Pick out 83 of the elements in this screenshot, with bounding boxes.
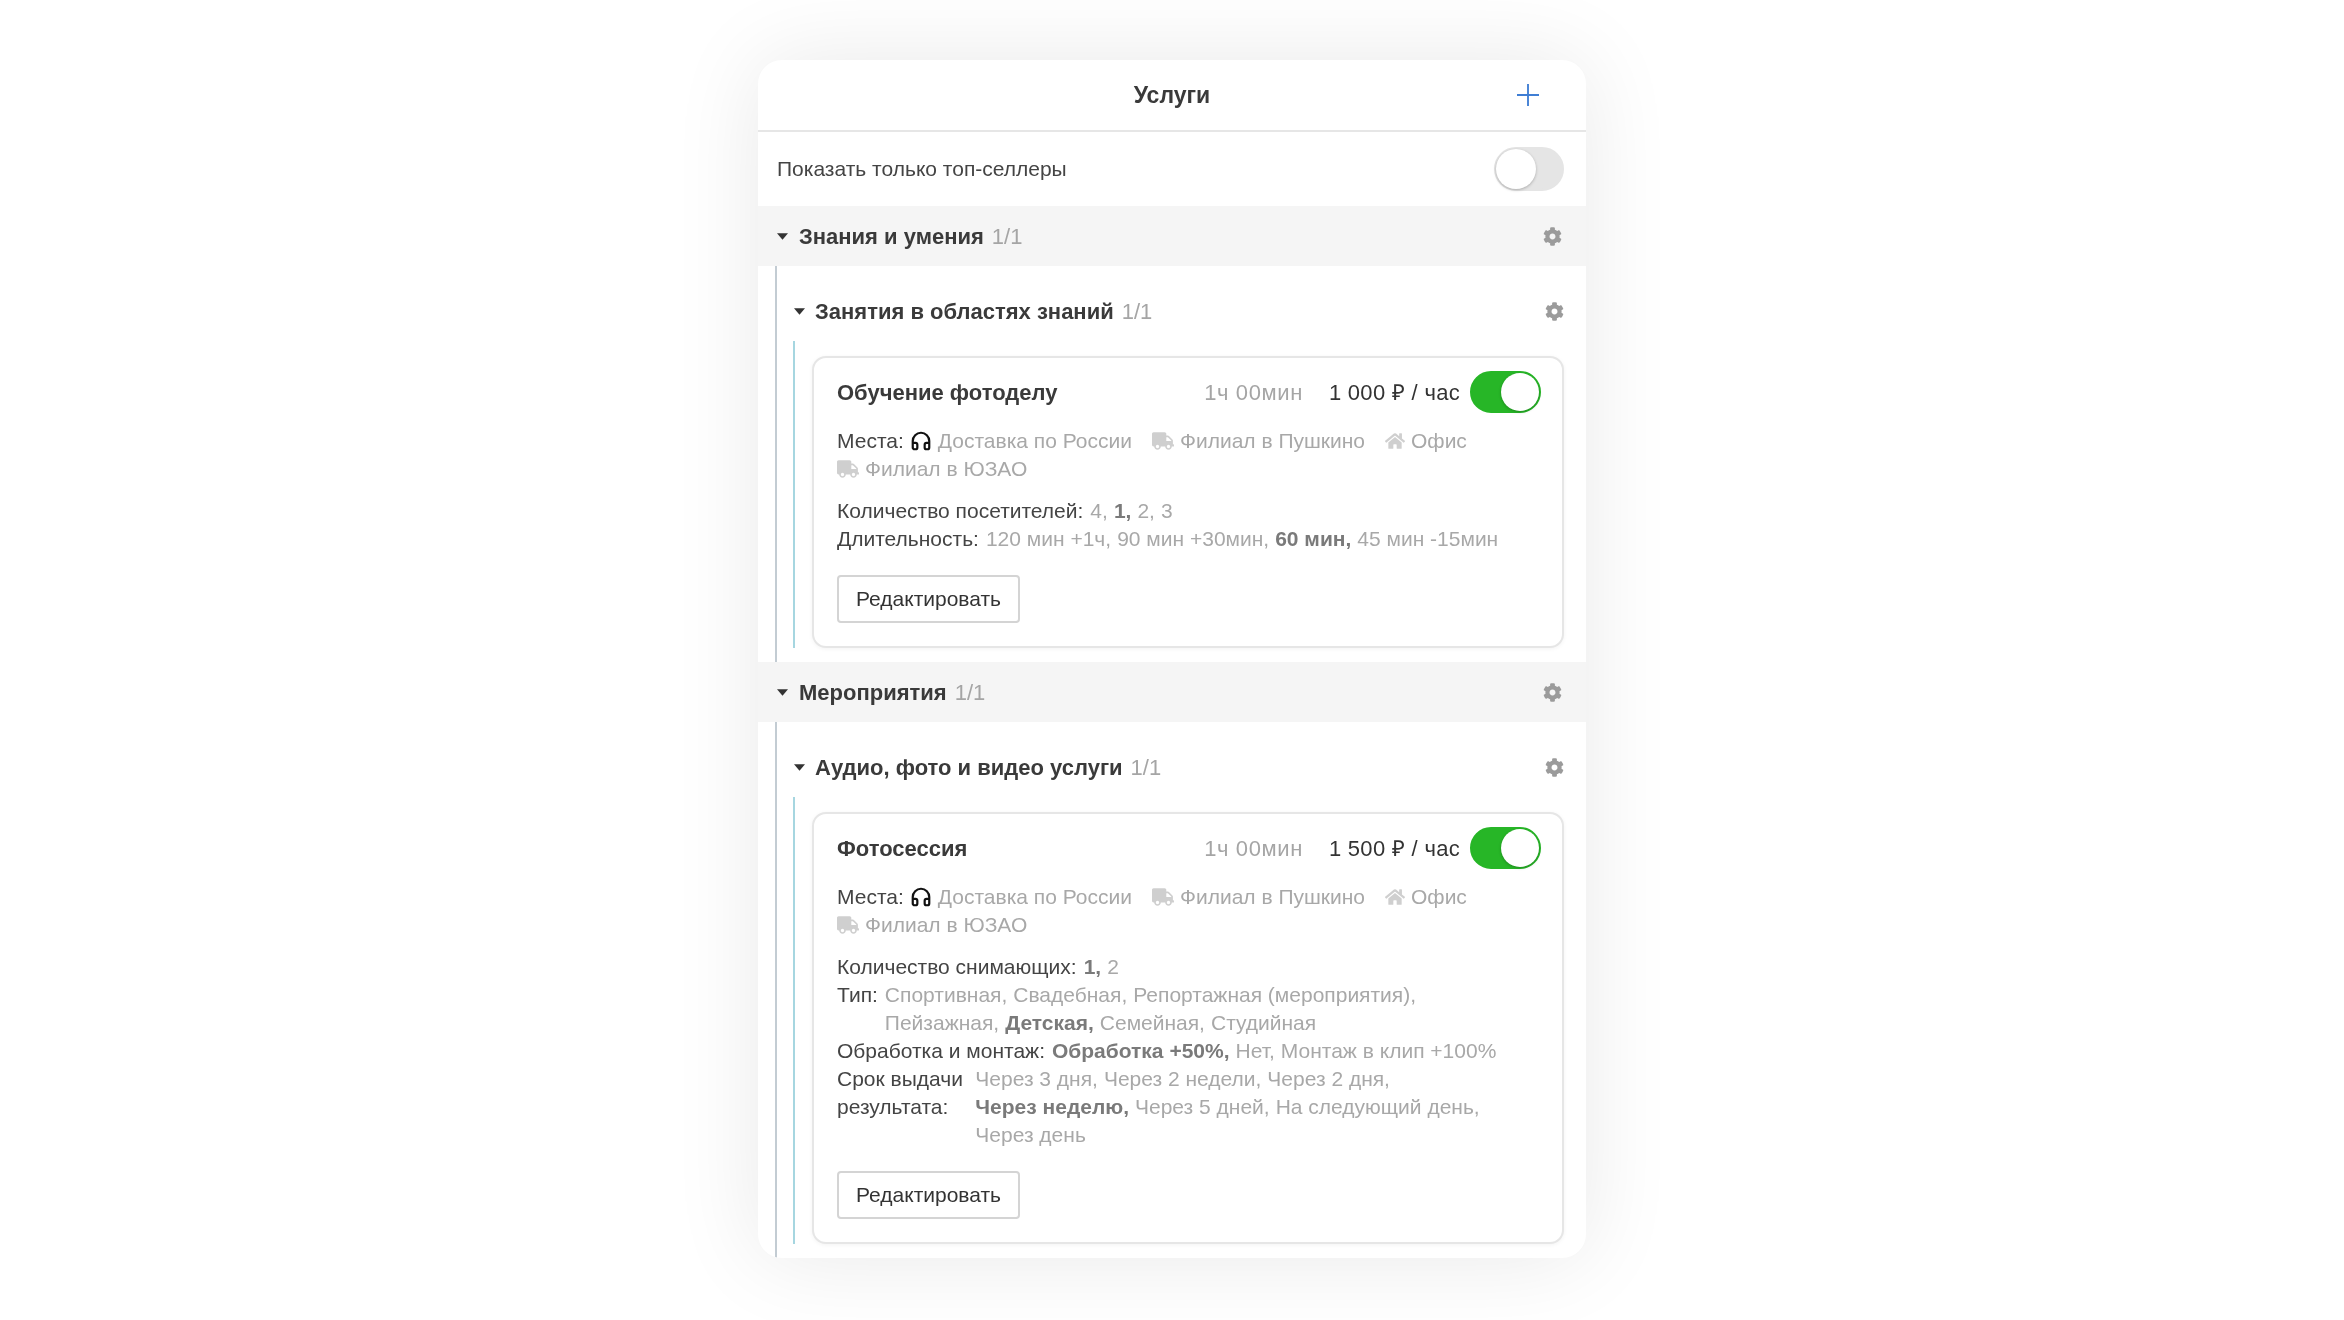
truck-icon xyxy=(1151,888,1174,906)
truck-icon xyxy=(837,916,859,934)
filter-label: Показать только топ-селлеры xyxy=(777,156,1067,183)
subgroup-count: 1/1 xyxy=(1130,753,1163,782)
attribute-value: Репортажная (мероприятия), xyxy=(1133,982,1417,1008)
house-icon xyxy=(1385,888,1406,906)
attribute-value: Студийная xyxy=(1210,1010,1317,1036)
place-name: Филиал в ЮЗАО xyxy=(865,456,1028,482)
attribute-value: Через 2 дня, xyxy=(1267,1066,1390,1092)
toggle-switch[interactable] xyxy=(1470,827,1541,869)
attribute-value: Через неделю, xyxy=(975,1094,1129,1120)
price-text: 1 500 ₽ / час xyxy=(1328,834,1460,863)
price-text: 1 000 ₽ / час xyxy=(1328,378,1460,407)
place-name: Офис xyxy=(1411,428,1467,454)
attribute-value: 2, xyxy=(1137,498,1155,524)
caret-icon[interactable] xyxy=(794,307,805,315)
caret-icon[interactable] xyxy=(777,232,788,240)
settings-icon[interactable] xyxy=(1543,226,1562,246)
service-name: Фотосессия xyxy=(837,834,969,863)
caret-icon[interactable] xyxy=(777,688,788,696)
place-name: Филиал в Пушкино xyxy=(1179,428,1366,454)
group-count: 1/1 xyxy=(954,678,987,707)
group-header[interactable]: Мероприятия 1/1 xyxy=(758,662,1586,722)
truck-icon xyxy=(837,460,859,478)
attribute-value: На следующий день, xyxy=(1275,1094,1480,1120)
headphones-icon xyxy=(909,886,932,908)
truck-icon xyxy=(1151,432,1174,450)
attribute-value: Через 2 недели, xyxy=(1103,1066,1262,1092)
place-name: Офис xyxy=(1411,884,1467,910)
duration-text: 1ч 00мин xyxy=(1204,378,1303,407)
attribute-value: 2 xyxy=(1107,954,1119,980)
plus-icon xyxy=(1517,84,1539,106)
place-name: Филиал в Пушкино xyxy=(1179,884,1366,910)
toggle-switch[interactable] xyxy=(1470,371,1541,413)
group-title: Мероприятия xyxy=(799,678,947,707)
attribute-value: Нет, xyxy=(1235,1038,1275,1064)
attribute-value: Спортивная, xyxy=(884,982,1008,1008)
attribute-value: Через 5 дней, xyxy=(1135,1094,1270,1120)
settings-icon[interactable] xyxy=(1545,757,1564,777)
attribute-value: 4, xyxy=(1090,498,1108,524)
house-icon xyxy=(1385,432,1406,450)
duration-text: 1ч 00мин xyxy=(1204,834,1303,863)
place-name: Филиал в ЮЗАО xyxy=(865,912,1028,938)
attribute-value: 45 мин -15мин xyxy=(1357,526,1499,552)
attribute-value: Обработка +50%, xyxy=(1052,1038,1230,1064)
attribute-label: Обработка и монтаж: xyxy=(837,1038,1045,1064)
group-header[interactable]: Знания и умения 1/1 xyxy=(758,206,1586,266)
attribute-label: Длительность: xyxy=(837,526,979,552)
attribute-value: 3 xyxy=(1160,498,1173,524)
attribute-value: 1, xyxy=(1083,954,1102,980)
group-title: Знания и умения xyxy=(799,222,984,251)
caret-icon[interactable] xyxy=(794,763,805,771)
places-label: Места: xyxy=(837,885,904,908)
attribute-value: Через 3 дня, xyxy=(975,1066,1098,1092)
subgroup-title: Занятия в областях знаний xyxy=(815,297,1114,326)
attribute-value: Монтаж в клип +100% xyxy=(1280,1038,1497,1064)
attribute-label: Количество посетителей: xyxy=(837,498,1084,524)
attribute-value: Свадебная, xyxy=(1013,982,1128,1008)
settings-icon[interactable] xyxy=(1545,301,1564,321)
subgroup-count: 1/1 xyxy=(1121,297,1154,326)
attribute-label: Тип: xyxy=(837,982,878,1008)
attribute-value: 120 мин +1ч, xyxy=(985,526,1112,552)
attribute-label: Количество снимающих: xyxy=(837,954,1077,980)
attribute-value: Семейная, xyxy=(1099,1010,1205,1036)
places-label: Места: xyxy=(837,429,904,452)
attribute-value: Пейзажная, xyxy=(884,1010,1000,1036)
headphones-icon xyxy=(909,430,932,452)
service-name: Обучение фотоделу xyxy=(837,378,1059,407)
settings-icon[interactable] xyxy=(1543,682,1562,702)
attribute-value: 60 мин, xyxy=(1275,526,1352,552)
group-count: 1/1 xyxy=(991,222,1024,251)
attribute-value: 1, xyxy=(1113,498,1132,524)
panel-title: Услуги xyxy=(1133,80,1211,110)
attribute-label: Срок выдачи результата: xyxy=(837,1066,964,1120)
attribute-value: Детская, xyxy=(1005,1010,1094,1036)
edit-button[interactable]: Редактировать xyxy=(837,1171,1021,1219)
add-button[interactable] xyxy=(1516,83,1540,107)
edit-button[interactable]: Редактировать xyxy=(837,575,1021,623)
attribute-value: Через день xyxy=(975,1122,1086,1148)
attribute-value: 90 мин +30мин, xyxy=(1117,526,1270,552)
place-name: Доставка по России xyxy=(937,884,1132,910)
place-name: Доставка по России xyxy=(937,428,1132,454)
subgroup-title: Аудио, фото и видео услуги xyxy=(815,753,1123,782)
